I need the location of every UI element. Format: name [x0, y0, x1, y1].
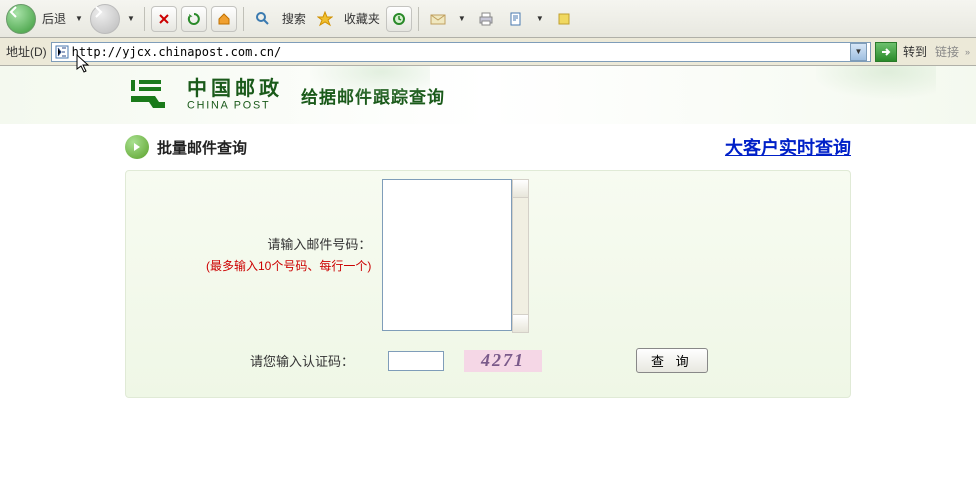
- favorites-label[interactable]: 收藏夹: [342, 10, 382, 27]
- textarea-wrap: [382, 179, 512, 334]
- refresh-button[interactable]: [181, 6, 207, 32]
- forward-button[interactable]: [90, 4, 120, 34]
- tagline: 给据邮件跟踪查询: [301, 83, 445, 108]
- search-label[interactable]: 搜索: [280, 10, 308, 27]
- china-post-logo-icon: [125, 74, 173, 117]
- captcha-image[interactable]: 4271: [464, 350, 542, 372]
- mail-labels: 请输入邮件号码： (最多输入10个号码、每行一个): [206, 233, 371, 278]
- address-dropdown[interactable]: ▼: [850, 43, 867, 61]
- address-label: 地址(D): [6, 43, 47, 60]
- address-bar: 地址(D) ▼ 转到 链接 »: [0, 38, 976, 66]
- mail-number-label: 请输入邮件号码：: [206, 233, 371, 256]
- big-customer-link[interactable]: 大客户实时查询: [725, 134, 851, 160]
- links-label[interactable]: 链接: [933, 43, 961, 60]
- mail-hint-label: (最多输入10个号码、每行一个): [206, 256, 371, 278]
- logo-cn: 中国邮政: [187, 79, 283, 99]
- captcha-label: 请您输入认证码：: [250, 351, 354, 370]
- forward-dropdown[interactable]: ▼: [124, 14, 138, 23]
- home-button[interactable]: [211, 6, 237, 32]
- logo-en: CHINA POST: [187, 100, 273, 111]
- page-favicon-icon: [55, 45, 69, 59]
- go-label: 转到: [901, 43, 929, 60]
- captcha-input[interactable]: [388, 351, 444, 371]
- arrow-circle-icon: [125, 135, 149, 159]
- separator: [144, 7, 145, 31]
- mail-button[interactable]: [425, 6, 451, 32]
- edit-button[interactable]: [503, 6, 529, 32]
- mail-number-textarea[interactable]: [382, 179, 512, 331]
- search-icon[interactable]: [250, 6, 276, 32]
- back-dropdown[interactable]: ▼: [72, 14, 86, 23]
- back-label: 后退: [40, 10, 68, 27]
- mail-dropdown[interactable]: ▼: [455, 14, 469, 23]
- query-button[interactable]: 查 询: [636, 348, 708, 373]
- logo-text: 中国邮政 CHINA POST: [187, 79, 283, 111]
- address-field-wrap: ▼: [51, 42, 871, 62]
- section-header: 批量邮件查询 大客户实时查询: [0, 124, 976, 166]
- links-chevron-icon[interactable]: »: [965, 47, 970, 57]
- back-button[interactable]: [6, 4, 36, 34]
- page-content: 中国邮政 CHINA POST 给据邮件跟踪查询 批量邮件查询 大客户实时查询 …: [0, 66, 976, 398]
- query-panel: 请输入邮件号码： (最多输入10个号码、每行一个) 请您输入认证码： 4271 …: [125, 170, 851, 398]
- scrollbar[interactable]: [512, 179, 529, 333]
- separator: [418, 7, 419, 31]
- favorites-icon[interactable]: [312, 6, 338, 32]
- go-button[interactable]: [875, 42, 897, 62]
- edit-dropdown[interactable]: ▼: [533, 14, 547, 23]
- captcha-row: 请您输入认证码： 4271 查 询: [126, 348, 850, 373]
- browser-toolbar: 后退 ▼ ▼ 搜索 收藏夹 ▼ ▼: [0, 0, 976, 38]
- address-input[interactable]: [72, 45, 847, 59]
- banner: 中国邮政 CHINA POST 给据邮件跟踪查询: [0, 66, 976, 124]
- print-button[interactable]: [473, 6, 499, 32]
- history-button[interactable]: [386, 6, 412, 32]
- stop-button[interactable]: [151, 6, 177, 32]
- section-title: 批量邮件查询: [157, 137, 247, 158]
- messenger-button[interactable]: [551, 6, 577, 32]
- separator: [243, 7, 244, 31]
